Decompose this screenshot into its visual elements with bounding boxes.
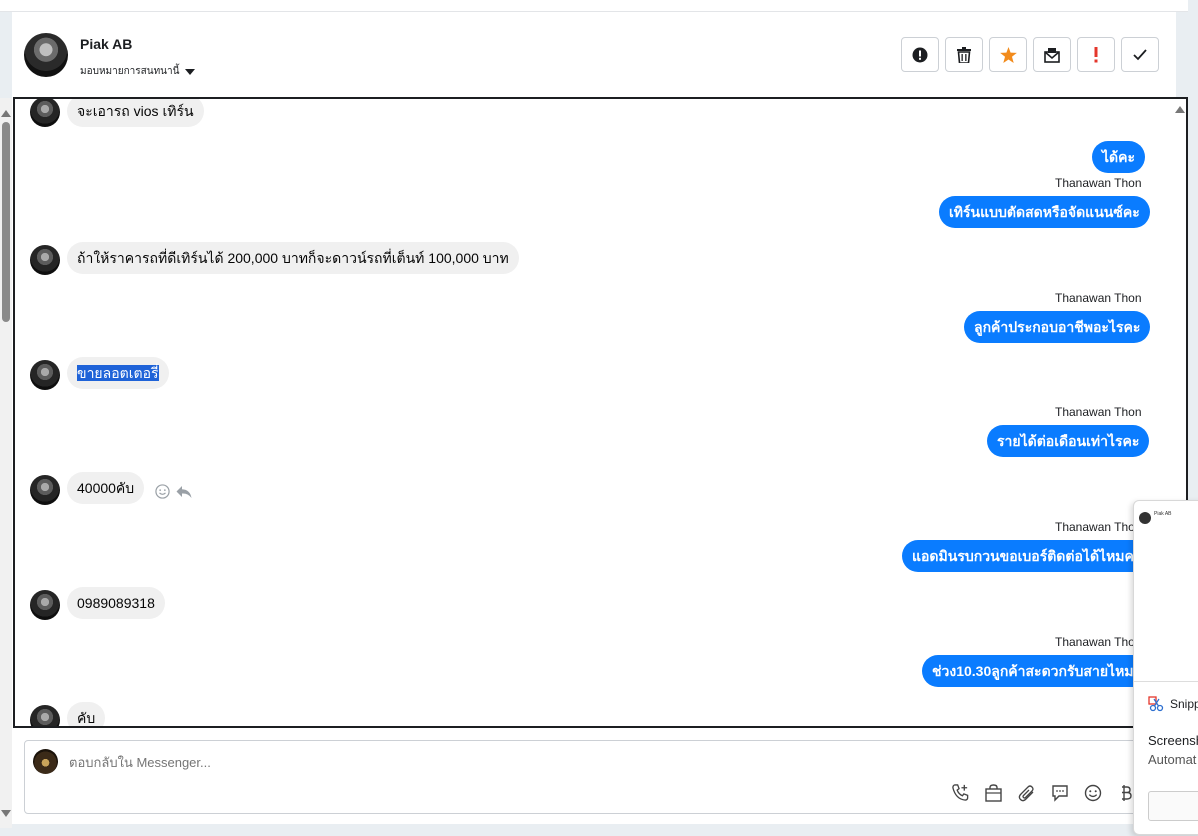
sender-avatar — [30, 245, 60, 275]
assign-conversation-dropdown[interactable]: มอบหมายการสนทนานี้ — [80, 64, 196, 79]
star-icon — [999, 46, 1017, 63]
important-button[interactable] — [1077, 37, 1115, 72]
incoming-message[interactable]: คับ — [67, 702, 106, 726]
preview-title: Piak AB — [1154, 511, 1172, 517]
notification-action-button[interactable] — [1148, 791, 1198, 821]
done-button[interactable] — [1121, 37, 1159, 72]
notification-app-name: Snipp — [1170, 697, 1198, 711]
sender-name: Thanawan Thon — [1055, 405, 1142, 419]
outgoing-message[interactable]: ช่วง10.30ลูกค้าสะดวกรับสายไหมคะ — [922, 655, 1161, 687]
paperclip-icon[interactable] — [1017, 783, 1036, 802]
sender-avatar — [30, 360, 60, 390]
sender-name: Thanawan Thon — [1055, 635, 1142, 649]
unread-button[interactable] — [1033, 37, 1071, 72]
incoming-message[interactable]: จะเอารถ vios เทิร์น — [67, 99, 204, 127]
chat-bubble-icon[interactable] — [1050, 783, 1069, 802]
sender-name: Thanawan Thon — [1055, 176, 1142, 190]
contact-avatar[interactable] — [24, 33, 68, 77]
reply-input[interactable] — [69, 755, 869, 770]
sender-avatar — [30, 705, 60, 726]
preview-avatar — [1139, 512, 1151, 524]
outgoing-message[interactable]: แอดมินรบกวนขอเบอร์ติดต่อได้ไหมคะ — [902, 540, 1152, 572]
snipping-tool-notification[interactable]: Piak AB Snipp Screensh Automat — [1133, 500, 1198, 835]
sender-avatar — [30, 475, 60, 505]
emoji-reaction-icon[interactable] — [155, 484, 170, 499]
selected-text: ขายลอตเตอรี่ — [77, 365, 159, 381]
message-reactions — [155, 484, 192, 499]
sender-name: Thanawan Thon — [1055, 520, 1142, 534]
shopping-bag-icon[interactable] — [984, 783, 1003, 802]
exclamation-circle-icon — [912, 47, 928, 62]
sender-name: Thanawan Thon — [1055, 291, 1142, 305]
message-list[interactable]: จะเอารถ vios เทิร์น ได้คะ Thanawan Thon … — [13, 97, 1188, 728]
incoming-message[interactable]: ขายลอตเตอรี่ — [67, 357, 169, 389]
exclamation-icon — [1094, 46, 1098, 62]
trash-icon — [957, 46, 971, 63]
check-icon — [1133, 48, 1147, 60]
notification-body: Automat — [1148, 752, 1197, 767]
sender-avatar — [30, 99, 60, 127]
emoji-icon[interactable] — [1083, 783, 1102, 802]
star-button[interactable] — [989, 37, 1027, 72]
reply-icon[interactable] — [176, 485, 192, 499]
message-list-scroll-up-icon[interactable] — [1175, 106, 1185, 113]
outgoing-message[interactable]: ได้คะ — [1092, 141, 1146, 173]
scrollbar-thumb[interactable] — [2, 122, 10, 322]
composer-toolbar — [951, 777, 1140, 802]
delete-button[interactable] — [945, 37, 983, 72]
assign-label: มอบหมายการสนทนานี้ — [80, 66, 180, 77]
notification-app: Snipp — [1148, 696, 1198, 712]
incoming-message[interactable]: 40000คับ — [67, 472, 145, 504]
page-avatar — [33, 749, 58, 774]
conversation-header: Piak AB มอบหมายการสนทนานี้ — [12, 12, 1176, 98]
popup-divider — [1134, 681, 1198, 682]
reply-composer — [24, 740, 1174, 814]
header-actions — [901, 37, 1159, 72]
scissors-icon — [1148, 696, 1164, 712]
outer-scrollbar[interactable] — [0, 98, 12, 828]
contact-name[interactable]: Piak AB — [80, 36, 132, 52]
outgoing-message[interactable]: รายได้ต่อเดือนเท่าไรคะ — [987, 425, 1150, 457]
phone-plus-icon[interactable] — [951, 783, 970, 802]
spam-button[interactable] — [901, 37, 939, 72]
outgoing-message[interactable]: เทิร์นแบบตัดสดหรือจัดแนนซ์คะ — [939, 196, 1150, 228]
notification-title: Screensh — [1148, 733, 1198, 748]
sender-avatar — [30, 590, 60, 620]
scroll-up-arrow-icon[interactable] — [1, 110, 11, 117]
incoming-message[interactable]: 0989089318 — [67, 587, 165, 619]
envelope-icon — [1044, 47, 1060, 63]
outgoing-message[interactable]: ลูกค้าประกอบอาชีพอะไรคะ — [964, 311, 1151, 343]
chevron-down-icon — [185, 68, 196, 75]
top-strip — [0, 0, 1188, 12]
incoming-message[interactable]: ถ้าให้ราคารถที่ดีเทิร์นได้ 200,000 บาทก็… — [67, 242, 519, 274]
scroll-down-arrow-icon[interactable] — [1, 810, 11, 817]
